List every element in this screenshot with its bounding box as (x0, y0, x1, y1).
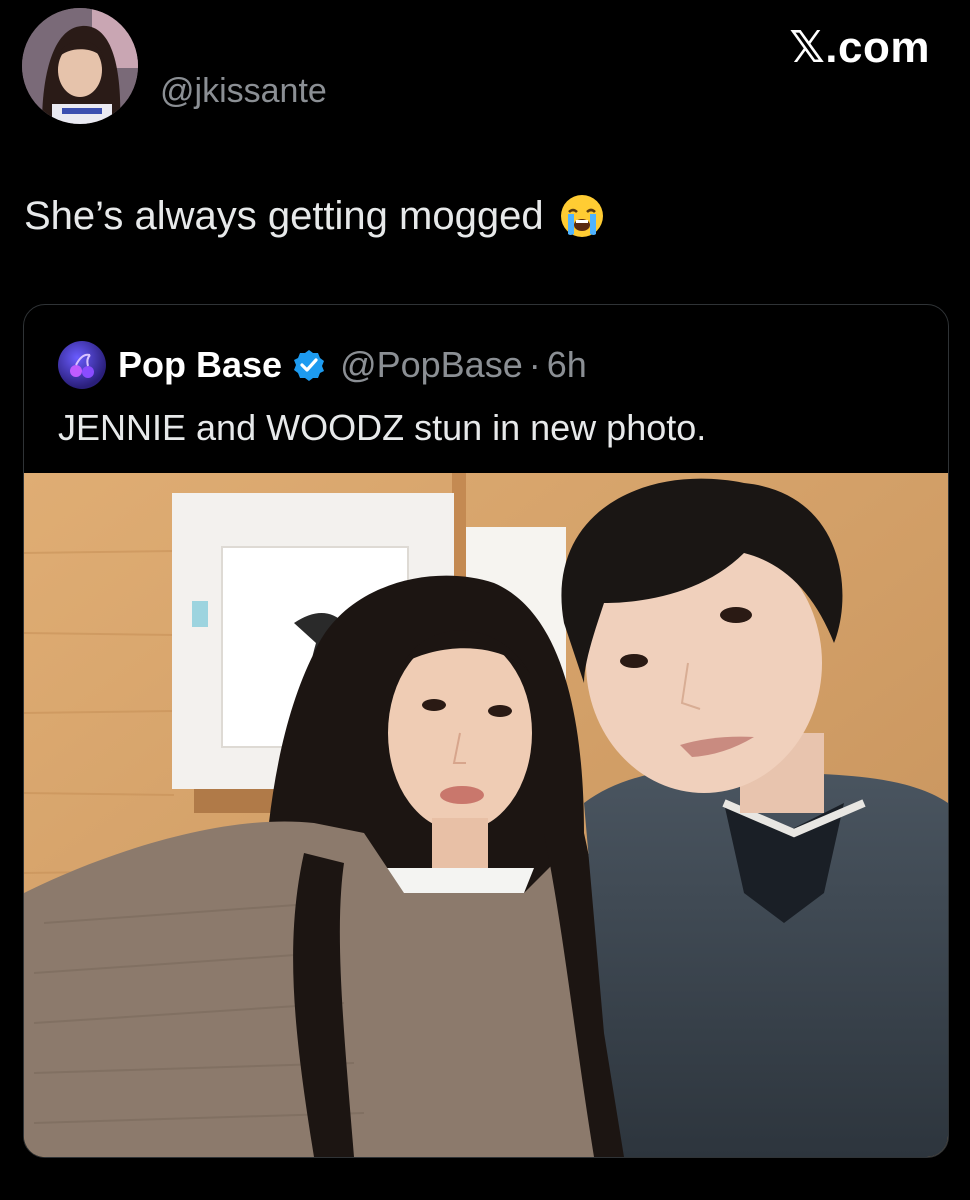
verified-badge-icon (292, 348, 326, 382)
author-handle[interactable]: @jkissante (160, 72, 327, 111)
quoted-author-handle[interactable]: @PopBase (340, 344, 523, 386)
avatar[interactable] (22, 8, 138, 124)
tweet-text: She’s always getting mogged (24, 192, 606, 240)
x-com-logo: 𝕏.com (789, 23, 930, 72)
quoted-tweet-photo[interactable] (24, 473, 948, 1157)
popbase-avatar[interactable] (58, 341, 106, 389)
tweet-screenshot: @jkissante 𝕏.com She’s always getting mo… (0, 0, 970, 1200)
quoted-author-name[interactable]: Pop Base (118, 344, 282, 386)
quoted-timestamp[interactable]: 6h (547, 344, 587, 386)
quoted-tweet-card[interactable]: Pop Base @PopBase · 6h JENNIE and WOODZ … (23, 304, 949, 1158)
quoted-tweet-header: Pop Base @PopBase · 6h (58, 341, 587, 389)
loudly-crying-face-emoji-icon (558, 192, 606, 240)
quoted-tweet-text: JENNIE and WOODZ stun in new photo. (58, 407, 707, 448)
tweet-body: She’s always getting mogged (24, 193, 544, 238)
separator-dot: · (528, 344, 541, 385)
author-row: @jkissante (22, 8, 327, 124)
